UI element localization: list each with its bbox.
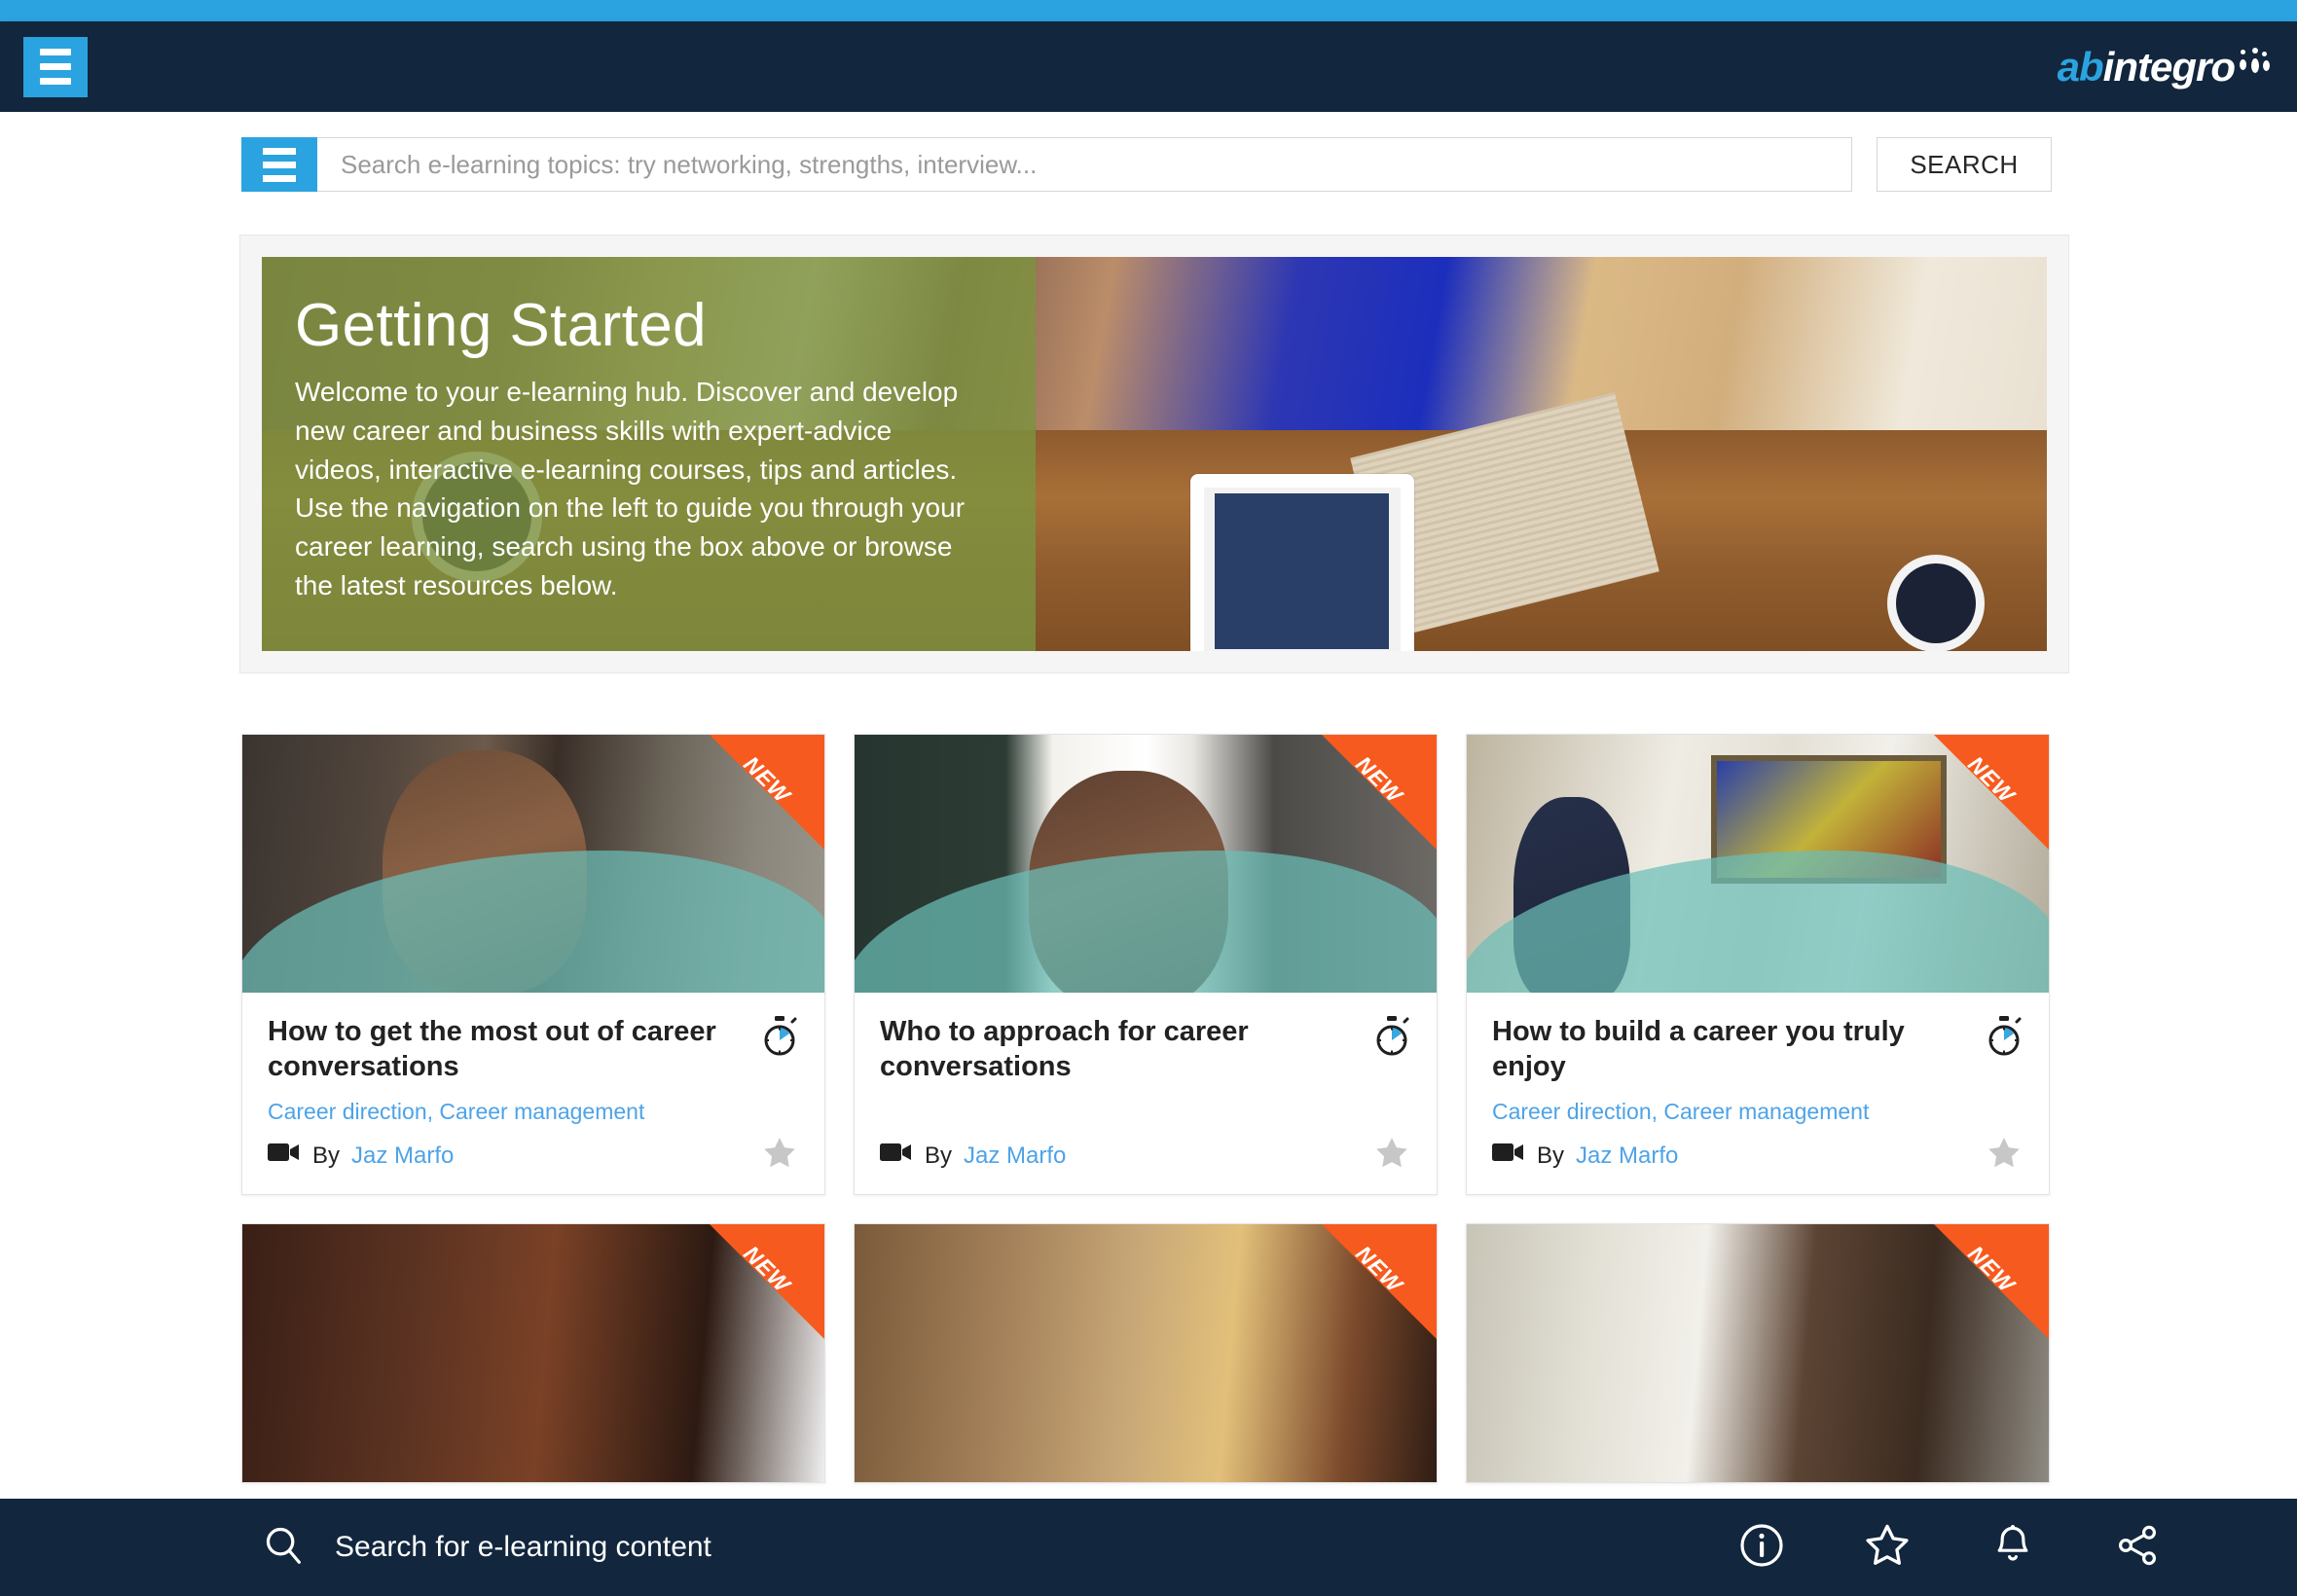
share-icon[interactable] — [2114, 1522, 2161, 1574]
hamburger-icon-bar — [263, 147, 296, 155]
card-author-row: By Jaz Marfo — [268, 1141, 454, 1171]
search-button[interactable]: SEARCH — [1877, 137, 2052, 192]
hero-title: Getting Started — [295, 292, 708, 359]
card-spacer — [880, 1085, 1411, 1126]
card-thumbnail[interactable]: NEW — [242, 1224, 824, 1483]
card-spacer — [1492, 1085, 2024, 1099]
hamburger-icon-bar — [40, 63, 71, 70]
card-categories[interactable]: Career direction, Career management — [1492, 1099, 2024, 1126]
card-body: How to get the most out of career conver… — [242, 993, 824, 1194]
hamburger-icon-bar — [40, 78, 71, 85]
card-author-name[interactable]: Jaz Marfo — [964, 1143, 1066, 1170]
video-camera-icon — [268, 1141, 301, 1171]
bell-icon[interactable] — [1989, 1522, 2036, 1574]
header-menu-button[interactable] — [23, 36, 88, 97]
sidebar-toggle-button[interactable] — [241, 137, 317, 192]
newspaper-decoration — [1350, 392, 1659, 638]
hamburger-icon-bar — [263, 161, 296, 168]
card-footer: By Jaz Marfo — [1492, 1135, 2024, 1177]
footer-icon-group — [1738, 1521, 2161, 1575]
favourite-star-icon[interactable] — [760, 1135, 799, 1177]
card-spacer — [268, 1085, 799, 1099]
info-icon[interactable] — [1738, 1522, 1785, 1574]
card-categories[interactable]: Career direction, Career management — [268, 1099, 799, 1126]
footer-search-trigger[interactable]: Search for e-learning content — [261, 1523, 711, 1573]
resource-card[interactable]: NEW Who to approach for career conversat… — [854, 734, 1438, 1196]
card-footer: By Jaz Marfo — [268, 1135, 799, 1177]
card-title[interactable]: How to build a career you truly enjoy — [1492, 1014, 1971, 1085]
card-author-row: By Jaz Marfo — [1492, 1141, 1678, 1171]
card-body: Who to approach for career conversations — [855, 993, 1437, 1194]
card-thumbnail-image — [1467, 1224, 2049, 1483]
resource-card-grid-row2: NEW NEW NEW — [241, 1223, 2052, 1484]
footer-bar: Search for e-learning content — [0, 1499, 2297, 1596]
content-wrapper: SEARCH Getting Started Welcome to your e… — [239, 112, 2069, 1484]
card-by-label: By — [1537, 1142, 1565, 1169]
card-title-row: How to get the most out of career conver… — [268, 1014, 799, 1085]
resource-card[interactable]: NEW — [241, 1223, 825, 1484]
card-by-label: By — [925, 1142, 953, 1169]
page-body: SEARCH Getting Started Welcome to your e… — [0, 112, 2297, 1596]
resource-card[interactable]: NEW How to get the most out of career co… — [241, 734, 825, 1196]
resource-card-grid: NEW How to get the most out of career co… — [241, 734, 2052, 1196]
footer-search-label: Search for e-learning content — [335, 1531, 711, 1563]
search-icon — [261, 1523, 306, 1573]
stopwatch-icon — [1372, 1016, 1411, 1062]
card-thumbnail[interactable]: NEW — [242, 735, 824, 993]
card-title[interactable]: How to get the most out of career conver… — [268, 1014, 747, 1085]
star-icon[interactable] — [1863, 1521, 1912, 1575]
card-author-name[interactable]: Jaz Marfo — [1576, 1143, 1678, 1170]
card-thumbnail-image — [855, 1224, 1437, 1483]
card-title[interactable]: Who to approach for career conversations — [880, 1014, 1359, 1085]
top-accent-strip — [0, 0, 2297, 21]
hamburger-icon-bar — [263, 174, 296, 182]
brand-logo-ab: ab — [2057, 43, 2104, 90]
favourite-star-icon[interactable] — [1985, 1135, 2024, 1177]
hamburger-icon-bar — [40, 49, 71, 55]
brand-logo[interactable]: ab integro — [2058, 44, 2270, 91]
resource-card[interactable]: NEW — [854, 1223, 1438, 1484]
hero-description: Welcome to your e-learning hub. Discover… — [295, 377, 966, 600]
app-header: ab integro — [0, 21, 2297, 112]
card-body: How to build a career you truly enjoy Ca… — [1467, 993, 2049, 1194]
card-thumbnail[interactable]: NEW — [855, 735, 1437, 993]
resource-card[interactable]: NEW How to build a career you truly enjo… — [1466, 734, 2050, 1196]
video-camera-icon — [1492, 1141, 1525, 1171]
search-input[interactable] — [317, 137, 1852, 192]
stopwatch-icon — [760, 1016, 799, 1062]
video-camera-icon — [880, 1141, 913, 1171]
resource-card[interactable]: NEW — [1466, 1223, 2050, 1484]
brand-dots-icon — [2237, 47, 2270, 81]
card-thumbnail[interactable]: NEW — [1467, 1224, 2049, 1483]
hero-text-overlay: Getting Started Welcome to your e-learni… — [262, 257, 1036, 651]
getting-started-panel: Getting Started Welcome to your e-learni… — [239, 235, 2069, 673]
card-footer: By Jaz Marfo — [880, 1135, 1411, 1177]
stopwatch-icon — [1985, 1016, 2024, 1062]
card-title-row: How to build a career you truly enjoy — [1492, 1014, 2024, 1085]
card-thumbnail-image — [242, 1224, 824, 1483]
search-bar: SEARCH — [241, 137, 2052, 192]
favourite-star-icon[interactable] — [1372, 1135, 1411, 1177]
coffee-cup-decoration — [1895, 562, 1976, 643]
card-thumbnail[interactable]: NEW — [1467, 735, 2049, 993]
card-author-name[interactable]: Jaz Marfo — [351, 1143, 454, 1170]
card-thumbnail[interactable]: NEW — [855, 1224, 1437, 1483]
card-title-row: Who to approach for career conversations — [880, 1014, 1411, 1085]
card-author-row: By Jaz Marfo — [880, 1141, 1066, 1171]
card-by-label: By — [312, 1142, 341, 1169]
hero-banner: Getting Started Welcome to your e-learni… — [262, 257, 2047, 651]
brand-logo-integro: integro — [2102, 43, 2236, 90]
